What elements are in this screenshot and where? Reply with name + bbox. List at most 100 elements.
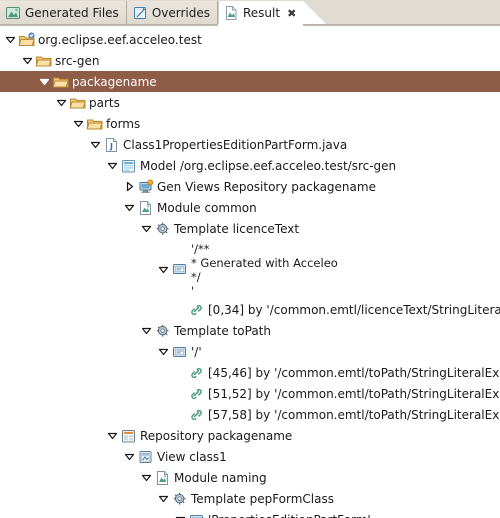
tree-row-label: Repository packagename (138, 426, 292, 446)
folder-icon (52, 72, 70, 92)
expand-arrow-icon[interactable] (156, 342, 171, 362)
tree-indent (0, 498, 156, 499)
expand-arrow-icon[interactable] (105, 426, 120, 446)
tree-row-label: 'PropertiesEditionPartForm' (206, 510, 371, 518)
tree-twisty-placeholder (173, 384, 188, 404)
result-view-window: Generated Files Overrides Result (0, 0, 500, 518)
tree-row-label: Module common (155, 198, 257, 218)
tree-row[interactable]: Module common (0, 197, 500, 218)
tree-row[interactable]: Repository packagename (0, 425, 500, 446)
expand-arrow-icon[interactable] (88, 135, 103, 155)
project-folder-icon (18, 30, 36, 50)
tree-row-label: Module naming (172, 468, 267, 488)
result-tree[interactable]: org.eclipse.eef.acceleo.testsrc-genpacka… (0, 26, 500, 518)
tab-label: Result (243, 7, 280, 19)
tree-row-reference-label: [57,58] by '/common.emtl/toPath/StringLi… (206, 405, 500, 425)
tree-row-label: Gen Views Repository packagename (155, 177, 376, 197)
tab-overrides[interactable]: Overrides (127, 1, 218, 25)
expand-arrow-icon[interactable] (3, 30, 18, 50)
expand-arrow-icon[interactable] (122, 198, 137, 218)
expand-arrow-icon[interactable] (54, 93, 69, 113)
tree-indent (0, 330, 139, 331)
text-block-icon (188, 510, 206, 518)
template-icon (154, 321, 172, 341)
tree-row[interactable]: packagename (0, 71, 500, 92)
tree-row[interactable]: [45,46] by '/common.emtl/toPath/StringLi… (0, 362, 500, 383)
expand-arrow-icon[interactable] (105, 156, 120, 176)
expand-arrow-icon[interactable] (37, 72, 52, 92)
tree-row-label: Model /org.eclipse.eef.acceleo.test/src-… (138, 156, 396, 176)
tree-row[interactable]: J Class1PropertiesEditionPartForm.java (0, 134, 500, 155)
tree-indent (0, 309, 173, 310)
model-icon (120, 156, 138, 176)
tree-row-label: Class1PropertiesEditionPartForm.java (121, 135, 347, 155)
tree-indent (0, 351, 156, 352)
tree-row-label: src-gen (53, 51, 99, 71)
view-tab-bar: Generated Files Overrides Result (0, 0, 500, 26)
tree-row-label: Template pepFormClass (189, 489, 334, 509)
expand-arrow-icon[interactable] (156, 239, 171, 299)
tree-row[interactable]: '/** * Generated with Acceleo */ ' (0, 239, 500, 299)
tree-twisty-placeholder (173, 363, 188, 383)
expand-arrow-icon[interactable] (173, 510, 188, 518)
tab-bar-tail (303, 1, 329, 25)
close-icon[interactable]: ✖ (287, 8, 296, 19)
tree-row[interactable]: Template pepFormClass (0, 488, 500, 509)
tree-row[interactable]: Template toPath (0, 320, 500, 341)
tree-row[interactable]: forms (0, 113, 500, 134)
link-icon (188, 363, 206, 383)
tree-row[interactable]: src-gen (0, 50, 500, 71)
tree-row[interactable]: [51,52] by '/common.emtl/toPath/StringLi… (0, 383, 500, 404)
expand-arrow-icon[interactable] (139, 219, 154, 239)
tree-indent (0, 456, 122, 457)
tree-row[interactable]: org.eclipse.eef.acceleo.test (0, 29, 500, 50)
tab-label: Overrides (152, 7, 210, 19)
collapse-arrow-icon[interactable] (122, 177, 137, 197)
tree-row[interactable]: [0,34] by '/common.emtl/licenceText/Stri… (0, 299, 500, 320)
tree-row-reference-label: [51,52] by '/common.emtl/toPath/StringLi… (206, 384, 500, 404)
tab-generated-files[interactable]: Generated Files (0, 1, 127, 25)
overrides-icon (132, 5, 148, 21)
expand-arrow-icon[interactable] (71, 114, 86, 134)
link-icon (188, 405, 206, 425)
tree-row[interactable]: parts (0, 92, 500, 113)
expand-arrow-icon[interactable] (139, 468, 154, 488)
tree-row[interactable]: Template licenceText (0, 218, 500, 239)
template-icon (171, 489, 189, 509)
tree-row[interactable]: View class1 (0, 446, 500, 467)
tree-indent (0, 123, 71, 124)
expand-arrow-icon[interactable] (156, 489, 171, 509)
svg-text:J: J (109, 142, 113, 151)
tree-indent (0, 414, 173, 415)
tab-label: Generated Files (25, 7, 119, 19)
expand-arrow-icon[interactable] (139, 321, 154, 341)
tree-indent (0, 81, 37, 82)
tree-indent (0, 186, 122, 187)
expand-arrow-icon[interactable] (122, 447, 137, 467)
tree-indent (0, 435, 105, 436)
module-icon (137, 198, 155, 218)
tree-row[interactable]: Module naming (0, 467, 500, 488)
folder-icon (69, 93, 87, 113)
tree-row[interactable]: Model /org.eclipse.eef.acceleo.test/src-… (0, 155, 500, 176)
tree-row-label: packagename (70, 72, 157, 92)
tree-row[interactable]: [57,58] by '/common.emtl/toPath/StringLi… (0, 404, 500, 425)
gen-views-icon (137, 177, 155, 197)
tree-row[interactable]: Gen Views Repository packagename (0, 176, 500, 197)
generated-files-icon (5, 5, 21, 21)
tab-result[interactable]: Result ✖ (218, 1, 303, 25)
text-block-icon (171, 239, 189, 299)
tree-indent (0, 239, 156, 240)
java-file-icon: J (103, 135, 121, 155)
tree-row-label: Template licenceText (172, 219, 299, 239)
tree-indent (0, 102, 54, 103)
expand-arrow-icon[interactable] (20, 51, 35, 71)
link-icon (188, 384, 206, 404)
tree-twisty-placeholder (173, 300, 188, 320)
tree-row[interactable]: 'PropertiesEditionPartForm' (0, 509, 500, 518)
tree-indent (0, 477, 139, 478)
tree-row-label: Template toPath (172, 321, 271, 341)
tree-row-label: '/' (189, 342, 202, 362)
folder-icon (35, 51, 53, 71)
tree-row[interactable]: '/' (0, 341, 500, 362)
